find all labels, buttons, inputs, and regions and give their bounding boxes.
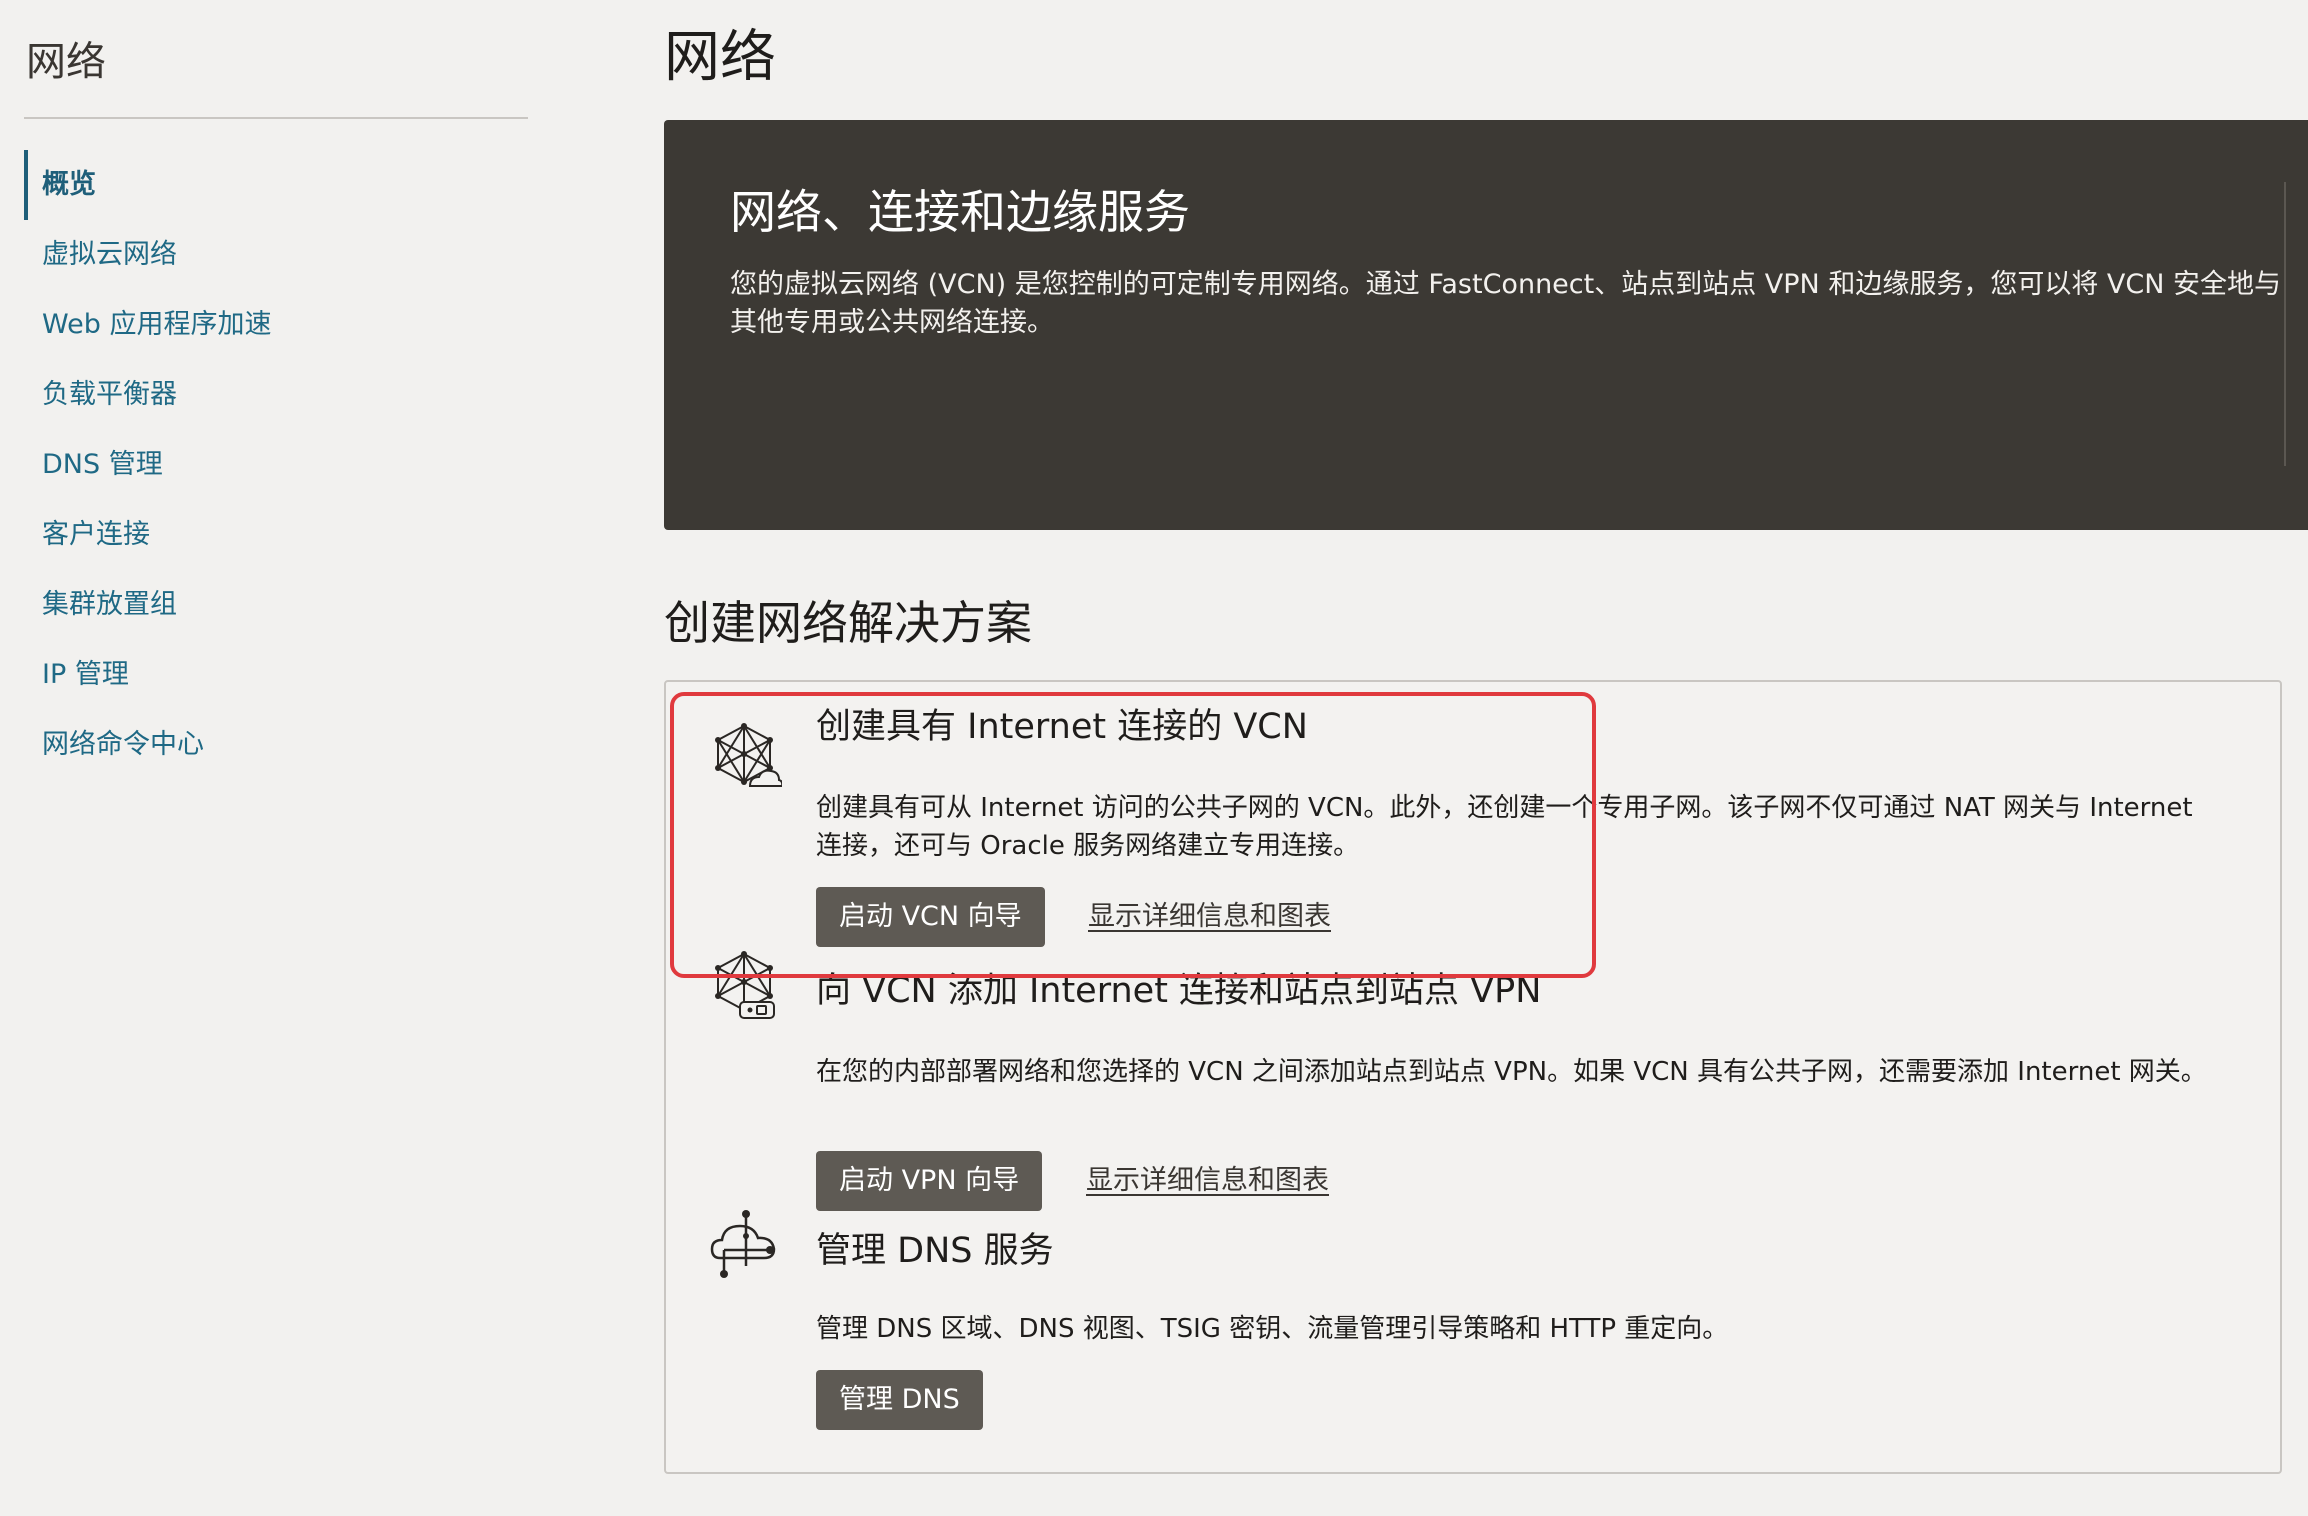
sidebar-item-network-command-center[interactable]: 网络命令中心 xyxy=(24,710,524,780)
sidebar-item-overview[interactable]: 概览 xyxy=(24,150,524,220)
solution-description: 在您的内部部署网络和您选择的 VCN 之间添加站点到站点 VPN。如果 VCN … xyxy=(816,1057,2207,1087)
manage-dns-button[interactable]: 管理 DNS xyxy=(816,1370,983,1430)
solution-description: 管理 DNS 区域、DNS 视图、TSIG 密钥、流量管理引导策略和 HTTP … xyxy=(816,1314,1729,1344)
section-title: 创建网络解决方案 xyxy=(664,596,1032,650)
sidebar-nav: 概览 虚拟云网络 Web 应用程序加速 负载平衡器 DNS 管理 客户连接 集群… xyxy=(24,150,524,780)
page-title: 网络 xyxy=(664,25,776,90)
sidebar: 网络 概览 虚拟云网络 Web 应用程序加速 负载平衡器 DNS 管理 客户连接… xyxy=(0,0,560,1516)
solution-title: 创建具有 Internet 连接的 VCN xyxy=(816,707,1308,747)
sidebar-item-customer-connectivity[interactable]: 客户连接 xyxy=(24,500,524,570)
sidebar-item-ip-management[interactable]: IP 管理 xyxy=(24,640,524,710)
sidebar-divider xyxy=(24,117,528,119)
sidebar-item-web-app-acceleration[interactable]: Web 应用程序加速 xyxy=(24,290,524,360)
hero-title: 网络、连接和边缘服务 xyxy=(730,185,1190,239)
sidebar-title: 网络 xyxy=(26,39,106,85)
hero-banner: 网络、连接和边缘服务 您的虚拟云网络 (VCN) 是您控制的可定制专用网络。通过… xyxy=(664,120,2308,530)
sidebar-item-dns-management[interactable]: DNS 管理 xyxy=(24,430,524,500)
start-vcn-wizard-button[interactable]: 启动 VCN 向导 xyxy=(816,887,1045,947)
dns-cloud-icon xyxy=(710,1210,776,1278)
sidebar-item-virtual-cloud-networks[interactable]: 虚拟云网络 xyxy=(24,220,524,290)
solutions-panel: 创建具有 Internet 连接的 VCN 创建具有可从 Internet 访问… xyxy=(664,680,2282,1474)
network-cloud-icon xyxy=(715,723,782,787)
solution-title: 管理 DNS 服务 xyxy=(816,1231,1054,1271)
start-vpn-wizard-button[interactable]: 启动 VPN 向导 xyxy=(816,1151,1043,1211)
sidebar-item-load-balancers[interactable]: 负载平衡器 xyxy=(24,360,524,430)
solution-description: 创建具有可从 Internet 访问的公共子网的 VCN。此外，还创建一个专用子… xyxy=(816,793,2193,861)
show-details-link[interactable]: 显示详细信息和图表 xyxy=(1086,1151,1329,1211)
show-details-link[interactable]: 显示详细信息和图表 xyxy=(1088,887,1331,947)
sidebar-item-cluster-placement-groups[interactable]: 集群放置组 xyxy=(24,570,524,640)
network-vpn-icon xyxy=(715,951,775,1019)
hero-scrollbar[interactable] xyxy=(2284,182,2286,466)
hero-description: 您的虚拟云网络 (VCN) 是您控制的可定制专用网络。通过 FastConnec… xyxy=(730,269,2282,338)
solution-title: 向 VCN 添加 Internet 连接和站点到站点 VPN xyxy=(816,971,1542,1011)
